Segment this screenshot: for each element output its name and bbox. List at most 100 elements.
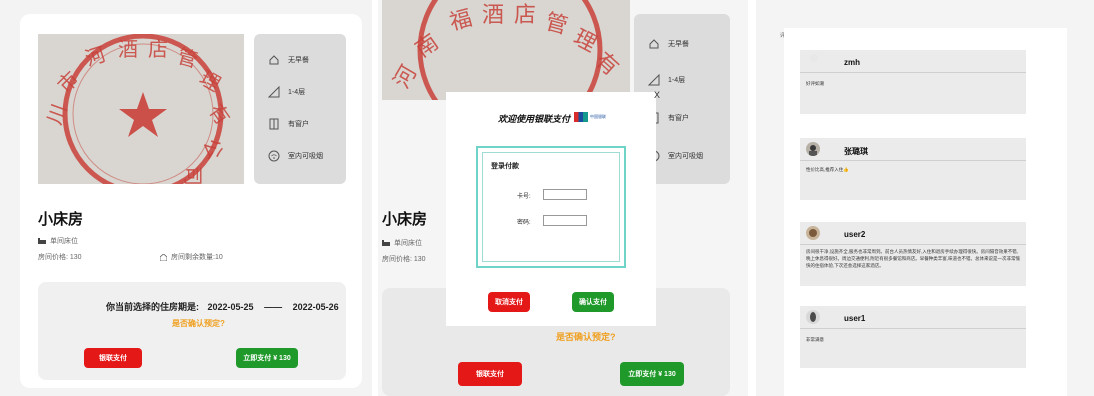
window-icon	[269, 118, 279, 130]
amenity-label: 无早餐	[288, 57, 309, 64]
svg-text:酒: 酒	[482, 3, 504, 28]
comment-divider	[800, 160, 1026, 161]
comment-user: user2	[844, 230, 866, 239]
selected-dates: 你当前选择的住房期是: 2022-05-25 —— 2022-05-26	[106, 300, 339, 313]
svg-text:店: 店	[148, 37, 168, 61]
room-type: 单间床位	[382, 238, 422, 248]
room-price-label: 房间价格: 130	[38, 254, 82, 261]
area-icon	[648, 74, 660, 86]
comment-text: 房间很干净,设施齐全,服务也非常周到。前台人员热情友好,入住和退房手续办理得很快…	[806, 249, 1020, 268]
amenity-label: 有窗户	[288, 121, 309, 128]
amenities-list: 无早餐 1-4层 有窗户 室内可吸烟	[254, 34, 346, 184]
amenity-item: 无早餐	[648, 38, 689, 50]
room-photo: 河 酒 店 管 理 有 市 川 公 司	[38, 34, 244, 184]
start-date: 2022-05-25	[207, 302, 254, 312]
unionpay-button[interactable]: 银联支付	[458, 362, 522, 386]
amenity-label: 有窗户	[668, 115, 689, 122]
password-label: 密码:	[517, 220, 531, 226]
room-stock: 房间剩余数量:10	[160, 252, 223, 262]
card-input[interactable]	[543, 189, 587, 200]
modal-title: 欢迎使用银联支付	[498, 114, 571, 124]
comment-user: user1	[844, 314, 866, 323]
bed-icon	[382, 239, 390, 246]
comment-text: 非常满意	[806, 337, 824, 342]
comment-item: user2 房间很干净,设施齐全,服务也非常周到。前台人员热情友好,入住和退房手…	[800, 222, 1026, 286]
amenity-label: 室内可吸烟	[288, 153, 323, 160]
comment-item: zmh 好评如潮	[800, 50, 1026, 114]
confirm-question: 是否确认预定?	[172, 319, 225, 328]
comments-card: zmh 好评如潮 张璐琪 性价比高,推荐入住👍 user2 房间很干净,设施齐全…	[784, 28, 1067, 396]
room-title: 小床房	[382, 210, 428, 228]
comment-item: 张璐琪 性价比高,推荐入住👍	[800, 138, 1026, 200]
amenity-label: 室内可吸烟	[668, 153, 703, 160]
unionpay-logo: 中国银联	[574, 111, 612, 123]
toilet-icon	[649, 39, 659, 49]
login-head: 登录付款	[491, 163, 519, 170]
room-price: 房间价格: 130	[38, 252, 82, 262]
comment-divider	[800, 72, 1026, 73]
password-input[interactable]	[543, 215, 587, 226]
comment-text: 好评如潮	[806, 81, 824, 86]
avatar-image	[806, 142, 820, 156]
avatar	[806, 310, 820, 324]
confirm-pay-button[interactable]: 确认支付	[572, 292, 614, 312]
login-inner: 登录付款 卡号: 密码:	[482, 152, 620, 262]
amenity-item: 1-4层	[268, 86, 305, 98]
room-title: 小床房	[38, 210, 84, 228]
pay-now-button[interactable]: 立即支付 ¥ 130	[620, 362, 684, 386]
login-frame: 登录付款 卡号: 密码:	[476, 146, 626, 268]
room-stock-label: 房间剩余数量:10	[171, 254, 223, 261]
svg-text:酒: 酒	[118, 37, 138, 61]
comment-divider	[800, 244, 1026, 245]
home-icon	[160, 253, 167, 261]
room-photo: 福 酒 店 管 理 有 南 河	[382, 0, 630, 100]
date-separator: ——	[264, 302, 283, 312]
avatar-image	[806, 310, 820, 324]
room-card: 河 酒 店 管 理 有 市 川 公 司 无早餐 1-4层 有窗户 室内可吸烟 小…	[20, 14, 362, 388]
avatar	[806, 142, 820, 156]
toilet-icon	[269, 55, 279, 65]
payment-panel: 福 酒 店 管 理 有 南 河 无早餐 1-4层 有窗户 室内可吸烟 小床房 单…	[378, 0, 748, 396]
room-price: 房间价格: 130	[382, 254, 426, 264]
comment-text: 性价比高,推荐入住👍	[806, 167, 849, 172]
comment-divider	[800, 328, 1026, 329]
comment-user: zmh	[844, 58, 860, 67]
card-label: 卡号:	[517, 194, 531, 200]
room-price-label: 房间价格: 130	[382, 256, 426, 263]
amenity-item: 1-4层	[648, 74, 685, 86]
avatar	[810, 54, 818, 62]
comment-user: 张璐琪	[844, 147, 868, 156]
comment-item: user1 非常满意	[800, 306, 1026, 368]
avatar	[806, 226, 820, 240]
wifi-icon	[268, 150, 280, 162]
unionpay-text: 中国银联	[590, 114, 606, 119]
amenity-label: 1-4层	[288, 89, 306, 96]
booking-box: 你当前选择的住房期是: 2022-05-25 —— 2022-05-26 是否确…	[38, 282, 346, 380]
bed-icon	[38, 237, 46, 244]
area-icon	[268, 86, 280, 98]
amenity-label: 1-4层	[668, 77, 686, 84]
svg-text:店: 店	[514, 3, 536, 28]
stamp-image: 福 酒 店 管 理 有 南 河	[382, 0, 630, 100]
svg-text:司: 司	[181, 166, 205, 184]
end-date: 2022-05-26	[292, 302, 339, 312]
comments-panel: 评论 zmh 好评如潮 张璐琪 性价比高,推荐入住👍 user	[756, 0, 1094, 396]
unionpay-modal: X 欢迎使用银联支付 中国银联 登录付款 卡号: 密码: 取消支付 确认支付	[446, 90, 660, 326]
amenity-item: 无早餐	[268, 54, 309, 66]
booking-panel: 河 酒 店 管 理 有 市 川 公 司 无早餐 1-4层 有窗户 室内可吸烟 小…	[0, 0, 372, 396]
modal-close-button[interactable]: X	[654, 90, 660, 100]
avatar-image	[806, 226, 820, 240]
amenity-label: 无早餐	[668, 41, 689, 48]
confirm-question: 是否确认预定?	[556, 332, 616, 342]
screenshot-stage: 河 酒 店 管 理 有 市 川 公 司 无早餐 1-4层 有窗户 室内可吸烟 小…	[0, 0, 1094, 396]
room-type-label: 单间床位	[394, 240, 422, 247]
dates-prefix: 你当前选择的住房期是:	[106, 302, 199, 312]
amenity-item: 有窗户	[268, 118, 309, 130]
room-type: 单间床位	[38, 236, 78, 246]
amenity-item: 室内可吸烟	[268, 150, 323, 162]
pay-now-button[interactable]: 立即支付 ¥ 130	[236, 348, 298, 368]
room-type-label: 单间床位	[50, 238, 78, 245]
unionpay-button[interactable]: 银联支付	[84, 348, 142, 368]
cancel-pay-button[interactable]: 取消支付	[488, 292, 530, 312]
stamp-image: 河 酒 店 管 理 有 市 川 公 司	[38, 34, 244, 184]
